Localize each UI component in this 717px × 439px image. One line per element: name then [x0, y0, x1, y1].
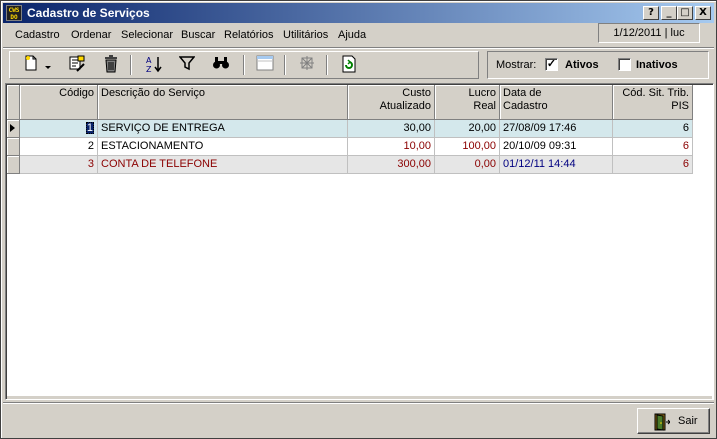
menu-relatorios[interactable]: Relatórios: [224, 29, 274, 41]
column-header-descricao[interactable]: Descrição do Serviço: [98, 85, 348, 120]
column-header-pis[interactable]: Cód. Sit. Trib. PIS: [613, 85, 693, 120]
cell-data[interactable]: 20/10/09 09:31: [500, 138, 613, 156]
menu-buscar[interactable]: Buscar: [181, 29, 215, 41]
toolbar-divider: [243, 55, 245, 75]
row-indicator: [7, 138, 20, 156]
sort-az-icon[interactable]: AZ: [143, 55, 165, 75]
cell-pis[interactable]: 6: [613, 138, 693, 156]
new-icon[interactable]: [20, 55, 42, 75]
menu-utilitarios[interactable]: Utilitários: [283, 29, 328, 41]
toolbar-divider: [326, 55, 328, 75]
table-row[interactable]: 3 CONTA DE TELEFONE 300,00 0,00 01/12/11…: [7, 156, 693, 174]
menu-ajuda[interactable]: Ajuda: [338, 29, 366, 41]
column-header-codigo[interactable]: Código: [20, 85, 98, 120]
exit-door-icon: [654, 413, 671, 431]
filter-icon[interactable]: [176, 55, 198, 75]
column-header-data[interactable]: Data de Cadastro: [500, 85, 613, 120]
cell-lucro[interactable]: 0,00: [435, 156, 500, 174]
sair-label: Sair: [678, 415, 698, 427]
close-button[interactable]: X: [695, 6, 711, 20]
menu-cadastro[interactable]: Cadastro: [15, 29, 60, 41]
table-row[interactable]: 2 ESTACIONAMENTO 10,00 100,00 20/10/09 0…: [7, 138, 693, 156]
cell-descricao[interactable]: SERVIÇO DE ENTREGA: [98, 120, 348, 138]
ativos-checkbox[interactable]: ✓: [545, 58, 558, 71]
cell-data[interactable]: 01/12/11 14:44: [500, 156, 613, 174]
cell-descricao[interactable]: ESTACIONAMENTO: [98, 138, 348, 156]
title-bar[interactable]: CWS DO Cadastro de Serviços ? _ □ X: [3, 3, 714, 23]
ativos-label[interactable]: Ativos: [565, 59, 599, 71]
cell-codigo[interactable]: 2: [20, 138, 98, 156]
column-header-lucro[interactable]: Lucro Real: [435, 85, 500, 120]
find-icon[interactable]: [210, 55, 232, 75]
cell-custo[interactable]: 30,00: [348, 120, 435, 138]
edit-icon[interactable]: [66, 55, 88, 75]
menu-selecionar[interactable]: Selecionar: [121, 29, 173, 41]
cell-lucro[interactable]: 20,00: [435, 120, 500, 138]
sair-button[interactable]: Sair: [637, 408, 710, 434]
settings-icon[interactable]: [296, 55, 318, 75]
svg-text:Z: Z: [146, 65, 152, 73]
toolbar-divider: [130, 55, 132, 75]
cell-data[interactable]: 27/08/09 17:46: [500, 120, 613, 138]
delete-icon[interactable]: [100, 55, 122, 75]
toolbar-divider: [284, 55, 286, 75]
refresh-icon[interactable]: [338, 55, 360, 75]
minimize-button[interactable]: _: [661, 6, 677, 20]
column-header-custo[interactable]: Custo Atualizado: [348, 85, 435, 120]
row-indicator-icon: [7, 120, 20, 138]
services-grid[interactable]: Código Descrição do Serviço Custo Atuali…: [5, 83, 714, 400]
window-title: Cadastro de Serviços: [27, 6, 150, 20]
table-row[interactable]: 1 SERVIÇO DE ENTREGA 30,00 20,00 27/08/0…: [7, 120, 693, 138]
maximize-button[interactable]: □: [677, 6, 693, 20]
app-icon[interactable]: CWS DO: [6, 5, 22, 21]
cell-pis[interactable]: 6: [613, 156, 693, 174]
bottom-divider: [3, 402, 714, 404]
date-user-status: 1/12/2011 | luc: [598, 23, 700, 43]
toolbar: AZ: [9, 51, 479, 79]
horizontal-scrollbar[interactable]: [7, 396, 712, 399]
help-button[interactable]: ?: [643, 6, 659, 20]
cell-codigo[interactable]: 1: [20, 120, 98, 138]
menu-divider: [3, 47, 714, 49]
filter-label: Mostrar:: [496, 59, 537, 71]
menu-ordenar[interactable]: Ordenar: [71, 29, 111, 41]
cell-pis[interactable]: 6: [613, 120, 693, 138]
dropdown-arrow-icon[interactable]: [42, 55, 54, 75]
inativos-label[interactable]: Inativos: [636, 59, 678, 71]
cell-custo[interactable]: 10,00: [348, 138, 435, 156]
cell-descricao[interactable]: CONTA DE TELEFONE: [98, 156, 348, 174]
row-indicator: [7, 156, 20, 174]
cell-custo[interactable]: 300,00: [348, 156, 435, 174]
inativos-checkbox[interactable]: [618, 58, 631, 71]
filter-group: Mostrar: ✓ Ativos Inativos: [487, 51, 709, 79]
view-icon[interactable]: [254, 55, 276, 75]
main-window: CWS DO Cadastro de Serviços ? _ □ X Cadas…: [0, 0, 717, 439]
grid-corner: [7, 85, 20, 120]
cell-lucro[interactable]: 100,00: [435, 138, 500, 156]
cell-codigo[interactable]: 3: [20, 156, 98, 174]
svg-text:A: A: [146, 56, 152, 65]
